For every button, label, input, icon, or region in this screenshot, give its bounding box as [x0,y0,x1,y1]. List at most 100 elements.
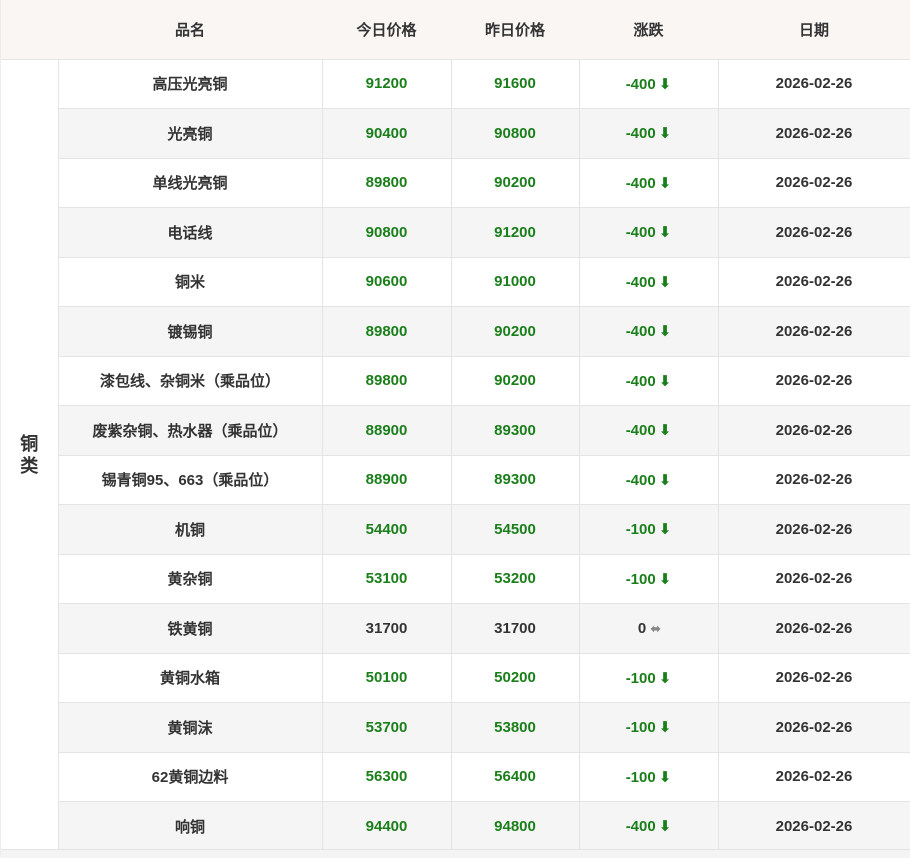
arrow-down-icon: ⬇ [658,224,672,242]
product-name-cell: 镀锡铜 [57,306,323,357]
table-row: 黄铜沫 53700 53800 -100 ⬇ 2026-02-26 [1,702,910,753]
table-row: 电话线 90800 91200 -400 ⬇ 2026-02-26 [1,207,910,258]
table-row: 铁黄铜 31700 31700 0 ⬌ 2026-02-26 [1,603,910,654]
yesterday-price-cell: 91600 [450,58,580,109]
table-row: 漆包线、杂铜米（乘品位） 89800 90200 -400 ⬇ 2026-02-26 [1,355,910,406]
arrow-down-icon: ⬇ [658,273,672,291]
product-name-cell: 62黄铜边料 [57,751,323,802]
change-value: -100 [625,521,656,539]
today-price-cell: 31700 [321,603,452,654]
change-value: -400 [625,174,656,192]
yesterday-price-cell: 90200 [450,355,580,406]
table-row: 机铜 54400 54500 -100 ⬇ 2026-02-26 [1,504,910,555]
yesterday-price-cell: 89300 [450,454,580,505]
table-row: 光亮铜 90400 90800 -400 ⬇ 2026-02-26 [1,108,910,159]
yesterday-price-cell: 31700 [450,603,580,654]
change-value: -400 [625,818,656,836]
date-cell: 2026-02-26 [717,751,910,802]
header-product-name: 品名 [58,0,322,59]
table-row: 62黄铜边料 56300 56400 -100 ⬇ 2026-02-26 [1,751,910,802]
date-cell: 2026-02-26 [717,553,910,604]
header-category [1,0,58,59]
change-cell: -400 ⬇ [578,355,719,406]
arrow-down-icon: ⬇ [658,471,672,489]
today-price-cell: 56300 [321,751,452,802]
yesterday-price-cell: 91200 [450,207,580,258]
today-price-cell: 88900 [321,454,452,505]
date-cell: 2026-02-26 [717,355,910,406]
change-cell: -400 ⬇ [578,306,719,357]
today-price-cell: 90400 [321,108,452,159]
change-cell: -100 ⬇ [578,751,719,802]
product-name-cell: 响铜 [57,801,323,852]
product-name-cell: 光亮铜 [57,108,323,159]
header-change: 涨跌 [579,0,718,59]
today-price-cell: 53100 [321,553,452,604]
arrow-down-icon: ⬇ [658,521,672,539]
yesterday-price-cell: 50200 [450,652,580,703]
arrow-down-icon: ⬇ [658,818,672,836]
change-value: -400 [625,75,656,93]
product-name-cell: 漆包线、杂铜米（乘品位） [57,355,323,406]
change-value: -400 [625,471,656,489]
date-cell: 2026-02-26 [717,504,910,555]
change-cell: -400 ⬇ [578,256,719,307]
yesterday-price-cell: 90200 [450,157,580,208]
price-table-container: 品名 今日价格 昨日价格 涨跌 日期 铜类 高压光亮铜 91200 91600 -400… [0,0,910,858]
today-price-cell: 89800 [321,355,452,406]
table-header-row: 品名 今日价格 昨日价格 涨跌 日期 [1,0,910,59]
category-label: 铜类 [20,434,39,476]
today-price-cell: 54400 [321,504,452,555]
change-cell: 0 ⬌ [578,603,719,654]
yesterday-price-cell: 91000 [450,256,580,307]
change-cell: -400 ⬇ [578,405,719,456]
date-cell: 2026-02-26 [717,256,910,307]
change-cell: -400 ⬇ [578,58,719,109]
table-row: 铜类 高压光亮铜 91200 91600 -400 ⬇ 2026-02-26 [1,58,910,852]
date-cell: 2026-02-26 [717,58,910,109]
product-name-cell: 机铜 [57,504,323,555]
yesterday-price-cell: 54500 [450,504,580,555]
yesterday-price-cell: 53800 [450,702,580,753]
arrow-down-icon: ⬇ [658,719,672,737]
arrow-down-icon: ⬇ [658,372,672,390]
table-row: 黄杂铜 53100 53200 -100 ⬇ 2026-02-26 [1,553,910,604]
copper-price-table: 品名 今日价格 昨日价格 涨跌 日期 铜类 高压光亮铜 91200 91600 -400… [1,0,910,852]
date-cell: 2026-02-26 [717,207,910,258]
arrow-down-icon: ⬇ [658,768,672,786]
change-value: -400 [625,125,656,143]
yesterday-price-cell: 89300 [450,405,580,456]
today-price-cell: 50100 [321,652,452,703]
change-cell: -100 ⬇ [578,652,719,703]
arrow-down-icon: ⬇ [658,570,672,588]
product-name-cell: 铜米 [57,256,323,307]
header-date: 日期 [718,0,910,59]
change-cell: -400 ⬇ [578,801,719,852]
date-cell: 2026-02-26 [717,157,910,208]
change-cell: -400 ⬇ [578,207,719,258]
product-name-cell: 锡青铜95、663（乘品位） [57,454,323,505]
product-name-cell: 电话线 [57,207,323,258]
change-value: -100 [625,570,656,588]
change-cell: -400 ⬇ [578,157,719,208]
date-cell: 2026-02-26 [717,702,910,753]
change-value: -400 [625,323,656,341]
date-cell: 2026-02-26 [717,108,910,159]
arrow-left-right-icon: ⬌ [650,620,661,636]
change-value: -100 [625,719,656,737]
product-name-cell: 黄杂铜 [57,553,323,604]
header-yesterday-price: 昨日价格 [451,0,579,59]
arrow-down-icon: ⬇ [658,669,672,687]
date-cell: 2026-02-26 [717,454,910,505]
change-cell: -100 ⬇ [578,553,719,604]
change-value: -400 [625,422,656,440]
change-cell: -400 ⬇ [578,108,719,159]
table-row: 黄铜水箱 50100 50200 -100 ⬇ 2026-02-26 [1,652,910,703]
yesterday-price-cell: 56400 [450,751,580,802]
table-row: 响铜 94400 94800 -400 ⬇ 2026-02-26 [1,801,910,852]
change-cell: -100 ⬇ [578,504,719,555]
arrow-down-icon: ⬇ [658,125,672,143]
yesterday-price-cell: 90800 [450,108,580,159]
product-name-cell: 黄铜沫 [57,702,323,753]
header-today-price: 今日价格 [322,0,451,59]
